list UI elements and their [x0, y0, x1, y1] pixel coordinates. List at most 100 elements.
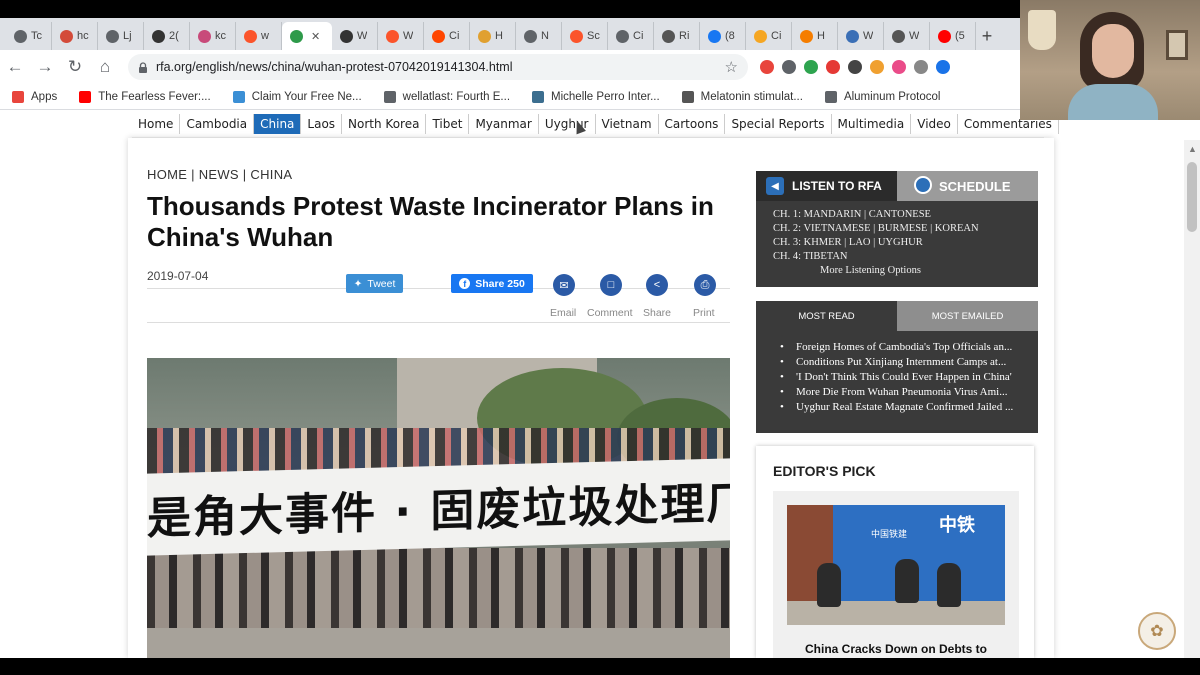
extension-icon[interactable]: [888, 56, 910, 78]
page-scrollbar[interactable]: ▲: [1184, 140, 1200, 658]
channel-1[interactable]: CH. 1: MANDARIN | CANTONESE: [773, 209, 931, 220]
nav-item[interactable]: Cartoons: [659, 113, 726, 134]
bookmark-item[interactable]: The Fearless Fever:...: [79, 90, 211, 103]
scrollbar-thumb[interactable]: [1187, 162, 1197, 232]
nav-item[interactable]: Vietnam: [596, 113, 659, 134]
site-icon: [754, 29, 767, 43]
bookmark-item[interactable]: Apps: [12, 90, 57, 103]
reload-icon[interactable]: ↻: [60, 52, 90, 82]
browser-tab[interactable]: W: [838, 22, 884, 50]
nav-item[interactable]: Uyghur: [539, 113, 596, 134]
nav-item[interactable]: Cambodia: [180, 113, 255, 134]
nav-item[interactable]: Home: [132, 113, 181, 134]
editors-pick-caption[interactable]: China Cracks Down on Debts to Workers An…: [787, 641, 1005, 658]
extension-icon[interactable]: [778, 56, 800, 78]
list-item[interactable]: Foreign Homes of Cambodia's Top Official…: [780, 340, 1032, 355]
tab-most-emailed[interactable]: MOST EMAILED: [897, 301, 1038, 331]
browser-tab[interactable]: (8: [700, 22, 746, 50]
listen-title: LISTEN TO RFA: [792, 179, 882, 193]
extension-icon[interactable]: [932, 56, 954, 78]
scroll-up-icon[interactable]: ▲: [1188, 144, 1197, 154]
browser-tab[interactable]: w: [236, 22, 282, 50]
facebook-share-button[interactable]: f Share 250: [451, 274, 533, 293]
bookmark-item[interactable]: Melatonin stimulat...: [681, 90, 803, 103]
browser-tab[interactable]: ✕: [282, 22, 332, 50]
divider: [147, 322, 730, 323]
browser-tab[interactable]: W: [378, 22, 424, 50]
tab-label: W: [863, 30, 874, 42]
print-icon[interactable]: ⎙: [694, 274, 716, 296]
bookmark-item[interactable]: Claim Your Free Ne...: [232, 90, 362, 103]
protest-banner-text: 是角大事件 · 固废垃圾处理厂建在家门口: [147, 471, 730, 545]
share-icon[interactable]: <: [646, 274, 668, 296]
list-item[interactable]: Conditions Put Xinjiang Internment Camps…: [780, 355, 1032, 370]
share-count-label: Share 250: [475, 277, 525, 290]
browser-tab[interactable]: kc: [190, 22, 236, 50]
comment-icon[interactable]: □: [600, 274, 622, 296]
list-item[interactable]: More Die From Wuhan Pneumonia Virus Ami.…: [780, 385, 1032, 400]
browser-tab[interactable]: Ri: [654, 22, 700, 50]
nav-item[interactable]: Myanmar: [469, 113, 539, 134]
tab-label: Ci: [633, 30, 644, 42]
print-label[interactable]: Print: [693, 307, 715, 319]
extension-icon[interactable]: [844, 56, 866, 78]
site-icon: [662, 29, 675, 43]
channel-3[interactable]: CH. 3: KHMER | LAO | UYGHUR: [773, 237, 923, 248]
bookmark-star-icon[interactable]: ☆: [725, 58, 738, 76]
channel-4[interactable]: CH. 4: TIBETAN: [773, 251, 848, 262]
extension-icon[interactable]: [800, 56, 822, 78]
nav-item[interactable]: Video: [911, 113, 958, 134]
email-label[interactable]: Email: [550, 307, 576, 319]
browser-tab[interactable]: Ci: [424, 22, 470, 50]
browser-tab[interactable]: hc: [52, 22, 98, 50]
browser-tab[interactable]: Ci: [746, 22, 792, 50]
browser-tab[interactable]: 2(: [144, 22, 190, 50]
bookmark-label: wellatlast: Fourth E...: [402, 90, 511, 103]
new-tab-button[interactable]: +: [976, 22, 998, 50]
protest-banner: 是角大事件 · 固废垃圾处理厂建在家门口: [147, 458, 730, 556]
nav-item[interactable]: Laos: [301, 113, 343, 134]
list-item[interactable]: 'I Don't Think This Could Ever Happen in…: [780, 370, 1032, 385]
nav-item[interactable]: Tibet: [426, 113, 470, 134]
more-listening-link[interactable]: More Listening Options: [820, 265, 921, 276]
extension-icon[interactable]: [822, 56, 844, 78]
nav-item[interactable]: Special Reports: [725, 113, 832, 134]
bookmark-item[interactable]: wellatlast: Fourth E...: [383, 90, 511, 103]
channel-2[interactable]: CH. 2: VIETNAMESE | BURMESE | KOREAN: [773, 223, 979, 234]
list-item[interactable]: Uyghur Real Estate Magnate Confirmed Jai…: [780, 400, 1032, 415]
site-icon: [198, 29, 211, 43]
browser-tab[interactable]: W: [332, 22, 378, 50]
home-icon[interactable]: ⌂: [90, 52, 120, 82]
site-icon: [60, 29, 73, 43]
browser-tab[interactable]: Lj: [98, 22, 144, 50]
tab-most-read[interactable]: MOST READ: [756, 301, 897, 331]
tweet-button[interactable]: ✦ Tweet: [346, 274, 403, 293]
editors-pick-card[interactable]: 中铁 中国铁建 China Cracks Down on Debts to Wo…: [773, 491, 1019, 658]
nav-item[interactable]: North Korea: [342, 113, 427, 134]
nav-item[interactable]: Multimedia: [832, 113, 912, 134]
browser-tab[interactable]: (5: [930, 22, 976, 50]
address-bar[interactable]: rfa.org/english/news/china/wuhan-protest…: [128, 54, 748, 80]
nav-item[interactable]: China: [254, 113, 302, 134]
bookmark-item[interactable]: Michelle Perro Inter...: [532, 90, 660, 103]
browser-tab[interactable]: N: [516, 22, 562, 50]
share-label[interactable]: Share: [643, 307, 671, 319]
extension-icon[interactable]: [866, 56, 888, 78]
browser-tab[interactable]: Tc: [6, 22, 52, 50]
close-tab-icon[interactable]: ✕: [311, 30, 320, 43]
breadcrumb[interactable]: HOME | NEWS | CHINA: [147, 167, 292, 182]
email-icon[interactable]: ✉: [553, 274, 575, 296]
tab-label: Lj: [123, 30, 132, 42]
browser-tab[interactable]: Sc: [562, 22, 608, 50]
extension-icon[interactable]: [756, 56, 778, 78]
editors-pick-image[interactable]: 中铁 中国铁建: [787, 505, 1005, 625]
comment-label[interactable]: Comment: [587, 307, 633, 319]
back-icon[interactable]: ←: [0, 52, 30, 82]
forward-icon[interactable]: →: [30, 52, 60, 82]
browser-tab[interactable]: W: [884, 22, 930, 50]
extension-icon[interactable]: [910, 56, 932, 78]
browser-tab[interactable]: Ci: [608, 22, 654, 50]
bookmark-item[interactable]: Aluminum Protocol: [824, 90, 940, 103]
browser-tab[interactable]: H: [792, 22, 838, 50]
browser-tab[interactable]: H: [470, 22, 516, 50]
